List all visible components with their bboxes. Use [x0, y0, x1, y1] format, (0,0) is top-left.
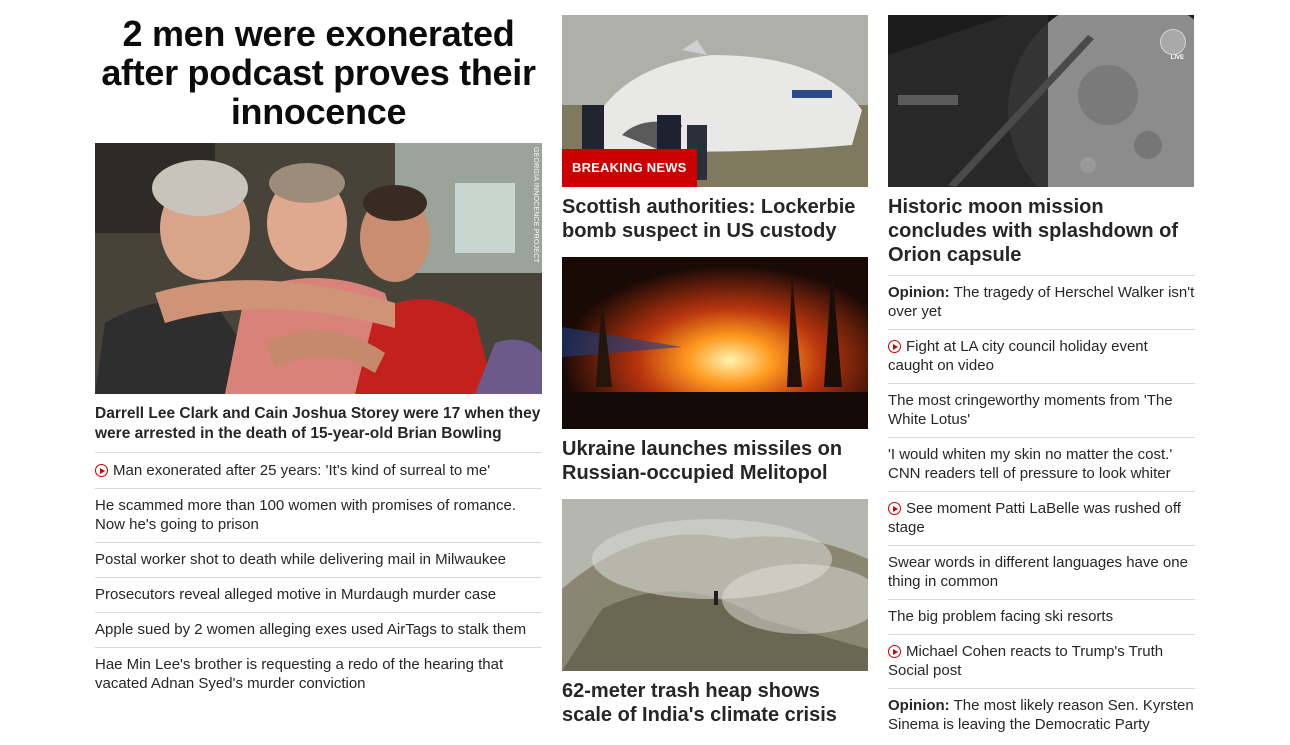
nasa-logo-icon: [1160, 29, 1186, 55]
list-item-text: See moment Patti LaBelle was rushed off …: [888, 500, 1181, 536]
list-item[interactable]: See moment Patti LaBelle was rushed off …: [888, 491, 1195, 545]
ukraine-headline[interactable]: Ukraine launches missiles on Russian-occ…: [562, 437, 868, 485]
trash-heap-headline[interactable]: 62-meter trash heap shows scale of India…: [562, 679, 868, 727]
right-column: LIVE Historic moon mission concludes wit…: [888, 15, 1195, 742]
list-item[interactable]: Swear words in different languages have …: [888, 545, 1195, 599]
list-item[interactable]: Michael Cohen reacts to Trump's Truth So…: [888, 634, 1195, 688]
trash-heap-image[interactable]: [562, 499, 868, 671]
lead-caption[interactable]: Darrell Lee Clark and Cain Joshua Storey…: [95, 404, 542, 444]
lead-headline[interactable]: 2 men were exonerated after podcast prov…: [95, 14, 542, 131]
lockerbie-image[interactable]: BREAKING NEWS: [562, 15, 868, 187]
lead-story-image[interactable]: GEORGIA INNOCENCE PROJECT: [95, 143, 542, 394]
list-item-text: Swear words in different languages have …: [888, 554, 1188, 590]
play-icon: [888, 340, 901, 353]
list-item-text: Hae Min Lee's brother is requesting a re…: [95, 656, 504, 692]
middle-column: BREAKING NEWS Scottish authorities: Lock…: [562, 15, 868, 741]
opinion-label: Opinion:: [888, 284, 950, 301]
list-item[interactable]: Fight at LA city council holiday event c…: [888, 329, 1195, 383]
list-item[interactable]: The most cringeworthy moments from 'The …: [888, 383, 1195, 437]
lockerbie-headline[interactable]: Scottish authorities: Lockerbie bomb sus…: [562, 195, 868, 243]
list-item[interactable]: Prosecutors reveal alleged motive in Mur…: [95, 577, 542, 612]
list-item[interactable]: He scammed more than 100 women with prom…: [95, 488, 542, 542]
smoking-trash-heap-photo: [562, 499, 868, 671]
list-item[interactable]: Hae Min Lee's brother is requesting a re…: [95, 647, 542, 701]
list-item[interactable]: Postal worker shot to death while delive…: [95, 542, 542, 577]
list-item[interactable]: Apple sued by 2 women alleging exes used…: [95, 612, 542, 647]
list-item[interactable]: The big problem facing ski resorts: [888, 599, 1195, 634]
more-stories-list: Opinion: The tragedy of Herschel Walker …: [888, 275, 1195, 742]
moon-from-orion-photo: [888, 15, 1194, 187]
list-item-text: Prosecutors reveal alleged motive in Mur…: [95, 586, 497, 603]
moon-headline[interactable]: Historic moon mission concludes with spl…: [888, 195, 1195, 267]
list-item-text: He scammed more than 100 women with prom…: [95, 497, 517, 533]
list-item[interactable]: 'I would whiten my skin no matter the co…: [888, 437, 1195, 491]
list-item-text: Man exonerated after 25 years: 'It's kin…: [113, 462, 491, 479]
lead-photo-svg: [95, 143, 542, 394]
play-icon: [95, 464, 108, 477]
play-icon: [888, 645, 901, 658]
list-item[interactable]: Man exonerated after 25 years: 'It's kin…: [95, 452, 542, 488]
play-icon: [888, 502, 901, 515]
list-item[interactable]: Opinion: The tragedy of Herschel Walker …: [888, 275, 1195, 329]
opinion-label: Opinion:: [888, 697, 950, 714]
list-item-text: Apple sued by 2 women alleging exes used…: [95, 621, 527, 638]
list-item-text: Postal worker shot to death while delive…: [95, 551, 507, 568]
ukraine-image[interactable]: [562, 257, 868, 429]
list-item-text: 'I would whiten my skin no matter the co…: [888, 446, 1173, 482]
list-item-text: The big problem facing ski resorts: [888, 608, 1114, 625]
night-fire-photo: [562, 257, 868, 429]
moon-mission-image[interactable]: LIVE: [888, 15, 1194, 187]
breaking-news-badge: BREAKING NEWS: [562, 149, 697, 187]
list-item-text: Fight at LA city council holiday event c…: [888, 338, 1148, 374]
related-stories-list: Man exonerated after 25 years: 'It's kin…: [95, 452, 542, 701]
live-label: LIVE: [1170, 55, 1184, 61]
list-item-text: Michael Cohen reacts to Trump's Truth So…: [888, 643, 1164, 679]
lead-story-column: 2 men were exonerated after podcast prov…: [95, 14, 542, 701]
image-credit: GEORGIA INNOCENCE PROJECT: [532, 147, 539, 263]
list-item-text: The most cringeworthy moments from 'The …: [888, 392, 1173, 428]
list-item[interactable]: Opinion: The most likely reason Sen. Kyr…: [888, 688, 1195, 742]
